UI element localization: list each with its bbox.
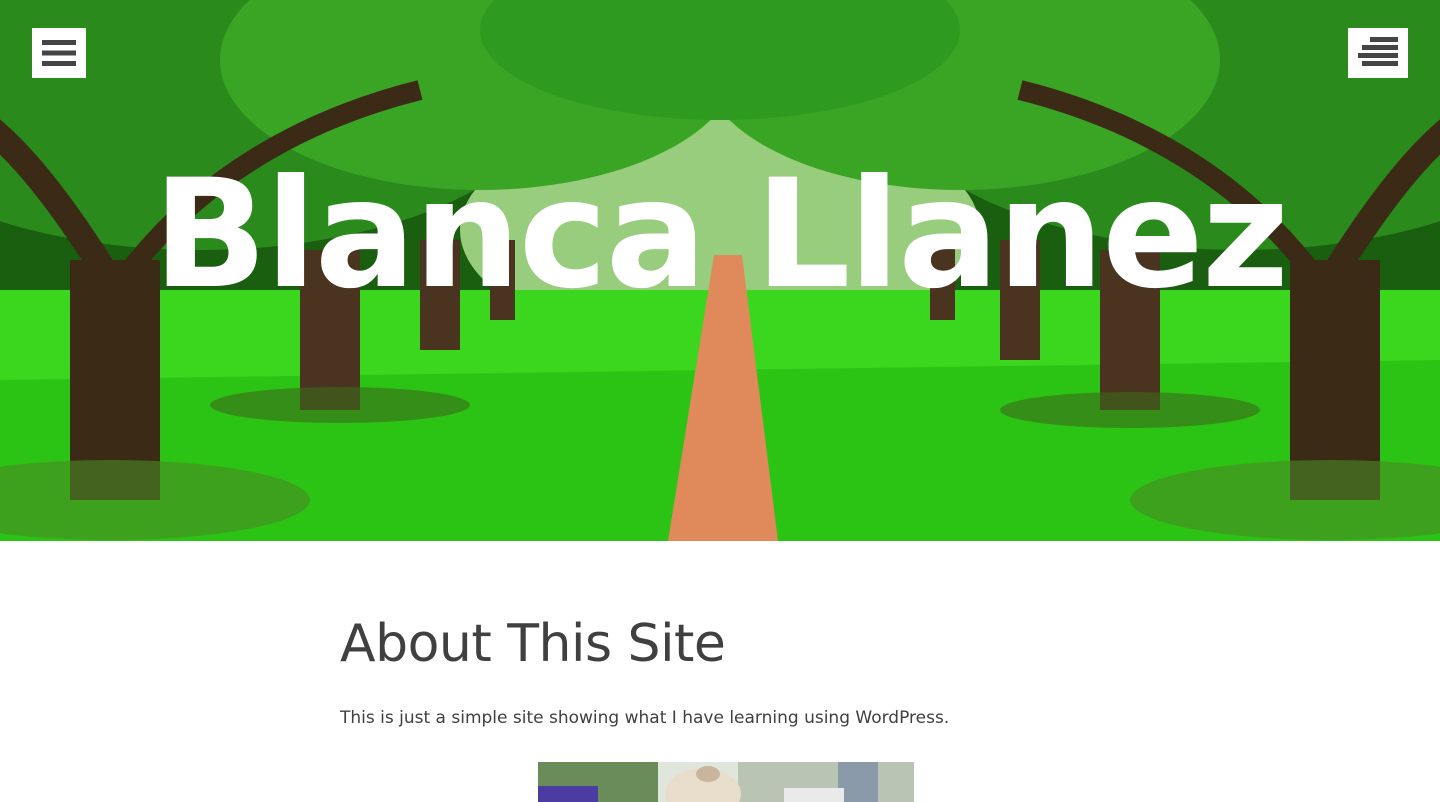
site-title[interactable]: Blanca Llanez <box>0 160 1440 310</box>
page-body-text: This is just a simple site showing what … <box>340 708 950 728</box>
page-photo <box>538 762 914 802</box>
main-content: About This Site This is just a simple si… <box>340 612 1100 730</box>
hamburger-menu-icon <box>42 40 76 66</box>
header-banner: Blanca Llanez <box>0 0 1440 541</box>
sidebar-toggle-button[interactable] <box>1348 28 1408 78</box>
main-menu-toggle-button[interactable] <box>32 28 86 78</box>
sidebar-menu-icon <box>1358 37 1398 66</box>
page-title: About This Site <box>340 614 726 674</box>
